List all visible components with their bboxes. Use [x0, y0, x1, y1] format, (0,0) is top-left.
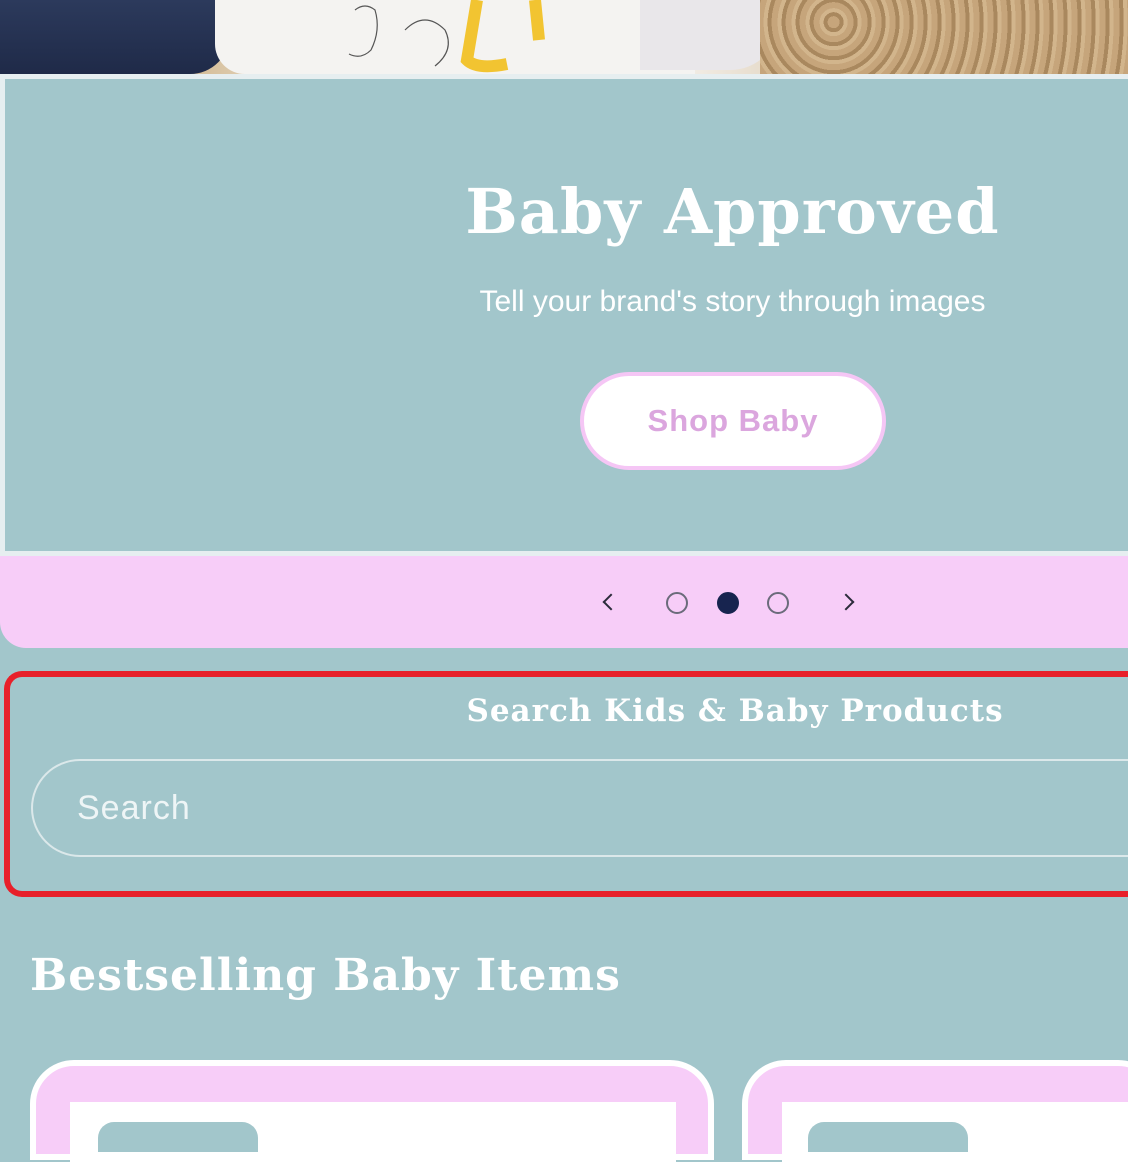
product-badge — [808, 1122, 968, 1152]
jeans-fabric — [0, 0, 230, 74]
product-image-area — [782, 1102, 1128, 1162]
bunny-print-icon — [348, 0, 545, 73]
product-card[interactable] — [742, 1060, 1128, 1162]
product-image-area — [70, 1102, 676, 1162]
next-slide-button[interactable] — [830, 556, 866, 648]
slide-title: Baby Approved — [465, 175, 1000, 248]
baby-sleeve — [640, 0, 780, 70]
shop-baby-button[interactable]: Shop Baby — [580, 372, 886, 470]
search-field[interactable] — [31, 759, 1128, 857]
fur-blanket-right — [760, 0, 1128, 74]
bestselling-title: Bestselling Baby Items — [30, 950, 621, 1001]
slide-dot-3[interactable] — [767, 592, 789, 614]
slide-dot-2-active[interactable] — [717, 592, 739, 614]
slider-controls — [0, 556, 1128, 648]
hero-image — [0, 0, 1128, 74]
chevron-left-icon — [602, 593, 619, 611]
search-heading: Search Kids & Baby Products — [466, 693, 1004, 729]
chevron-right-icon — [837, 593, 854, 611]
hero-slide: Baby Approved Tell your brand's story th… — [0, 74, 1128, 556]
previous-slide-button[interactable] — [590, 556, 626, 648]
slide-dot-1[interactable] — [666, 592, 688, 614]
slide-subtitle: Tell your brand's story through images — [479, 285, 986, 318]
search-section: Search Kids & Baby Products — [4, 671, 1128, 897]
baby-shirt — [215, 0, 695, 74]
search-input[interactable] — [75, 787, 1128, 829]
product-badge — [98, 1122, 258, 1152]
product-card[interactable] — [30, 1060, 714, 1162]
